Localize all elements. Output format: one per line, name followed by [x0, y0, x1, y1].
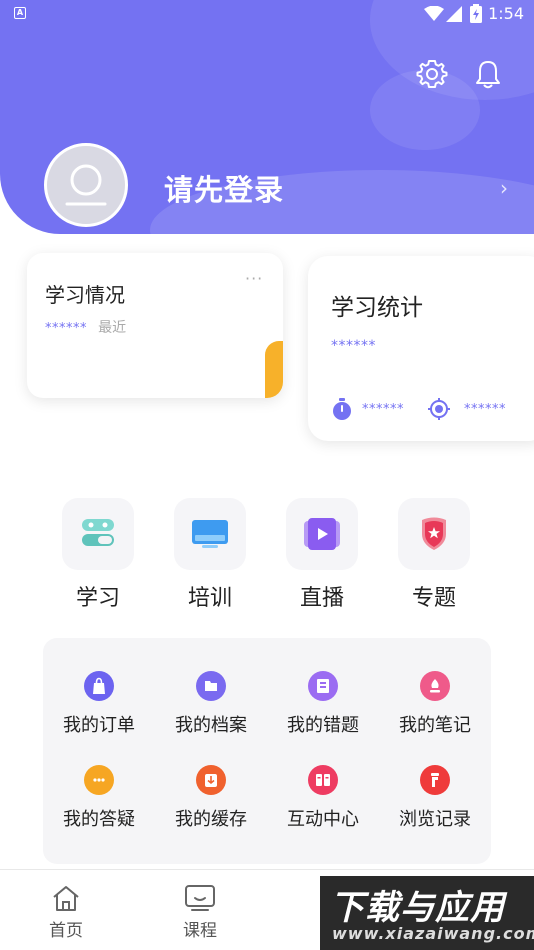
battery-icon	[470, 4, 482, 23]
my-notes-item[interactable]: 我的笔记	[379, 671, 491, 737]
my-archive-label: 我的档案	[175, 715, 247, 736]
quick-entry-live[interactable]: 直播	[286, 498, 358, 612]
interaction-center-label: 互动中心	[287, 809, 359, 830]
interaction-center-item[interactable]: 互动中心	[267, 765, 379, 831]
topic-icon-box	[398, 498, 470, 570]
home-icon	[53, 886, 79, 911]
study-status-title: 学习情况	[45, 283, 125, 307]
interaction-icon	[308, 765, 338, 795]
masked-time-value: ******	[362, 402, 404, 417]
default-user-icon	[65, 164, 107, 206]
app-notification-icon: A	[14, 7, 26, 19]
card-accent-tab	[265, 341, 283, 398]
nav-home-label: 首页	[49, 921, 83, 941]
stopwatch-icon	[333, 398, 351, 420]
archive-folder-icon	[196, 671, 226, 701]
masked-points-value: ******	[464, 402, 506, 417]
browse-history-label: 浏览记录	[399, 809, 471, 830]
masked-study-value: ******	[45, 321, 87, 336]
quick-entry-study[interactable]: 学习	[62, 498, 134, 612]
browse-history-item[interactable]: 浏览记录	[379, 765, 491, 831]
watermark-title: 下载与应用	[330, 888, 505, 928]
study-status-card[interactable]: 学习情况 ··· ****** 最近	[27, 253, 283, 398]
status-time: 1:54	[488, 4, 524, 23]
cache-download-icon	[196, 765, 226, 795]
masked-total-value: ******	[331, 338, 376, 354]
order-bag-icon	[84, 671, 114, 701]
study-stats-card[interactable]: 学习统计 ****** ****** ******	[308, 256, 534, 441]
my-notes-label: 我的笔记	[399, 715, 471, 736]
nav-courses[interactable]: 课程	[165, 884, 235, 941]
quick-entry-label: 专题	[411, 586, 456, 611]
my-orders-label: 我的订单	[63, 715, 135, 736]
quick-entry-training[interactable]: 培训	[174, 498, 246, 612]
my-cache-item[interactable]: 我的缓存	[155, 765, 267, 831]
login-prompt-link[interactable]: 请先登录	[164, 167, 284, 209]
chevron-right-icon[interactable]: ›	[500, 176, 508, 200]
my-wrong-questions-item[interactable]: 我的错题	[267, 671, 379, 737]
profile-page: A 1:54 请先登录 › 学习情况 ··· ****** 最近 学习统计 **…	[0, 0, 534, 950]
history-footprint-icon	[420, 765, 450, 795]
training-icon-box	[174, 498, 246, 570]
study-icon-box	[62, 498, 134, 570]
watermark-logo: 下载与应用 www.xiazaiwang.com	[320, 876, 534, 950]
recent-label: 最近	[98, 320, 127, 336]
my-qa-label: 我的答疑	[63, 809, 135, 830]
nav-courses-label: 课程	[183, 921, 217, 941]
training-icon	[192, 520, 228, 548]
my-orders-item[interactable]: 我的订单	[43, 671, 155, 737]
my-wrong-questions-label: 我的错题	[287, 715, 359, 736]
wifi-icon	[424, 6, 444, 21]
quick-entry-topic[interactable]: 专题	[398, 498, 470, 612]
quick-entry-label: 学习	[75, 586, 120, 611]
nav-home[interactable]: 首页	[31, 884, 101, 941]
avatar[interactable]	[44, 143, 128, 227]
watermark-url: www.xiazaiwang.com	[332, 924, 534, 943]
qa-chat-icon	[84, 765, 114, 795]
live-icon	[304, 518, 340, 550]
courses-icon	[185, 885, 215, 911]
profile-header: A 1:54 请先登录 ›	[0, 0, 534, 234]
quick-entry-label: 培训	[187, 586, 232, 611]
status-bar: A 1:54	[0, 0, 534, 28]
my-services-panel: 我的订单 我的档案 我的错题 我的笔记 我的答疑 我的缓存 互动中心 浏览记录	[43, 638, 491, 864]
my-cache-label: 我的缓存	[175, 809, 247, 830]
signal-icon	[446, 6, 462, 22]
topic-icon	[422, 517, 446, 550]
quick-entry-label: 直播	[299, 586, 344, 611]
more-options-icon[interactable]: ···	[245, 269, 263, 288]
live-icon-box	[286, 498, 358, 570]
my-archive-item[interactable]: 我的档案	[155, 671, 267, 737]
notification-bell-icon[interactable]	[472, 58, 504, 90]
notes-icon	[420, 671, 450, 701]
study-icon	[82, 519, 114, 546]
study-status-meta: ****** 最近	[45, 317, 126, 337]
my-qa-item[interactable]: 我的答疑	[43, 765, 155, 831]
study-stats-title: 学习统计	[331, 295, 423, 321]
target-points-icon	[428, 398, 450, 420]
settings-gear-icon[interactable]	[416, 58, 448, 90]
wrong-questions-icon	[308, 671, 338, 701]
